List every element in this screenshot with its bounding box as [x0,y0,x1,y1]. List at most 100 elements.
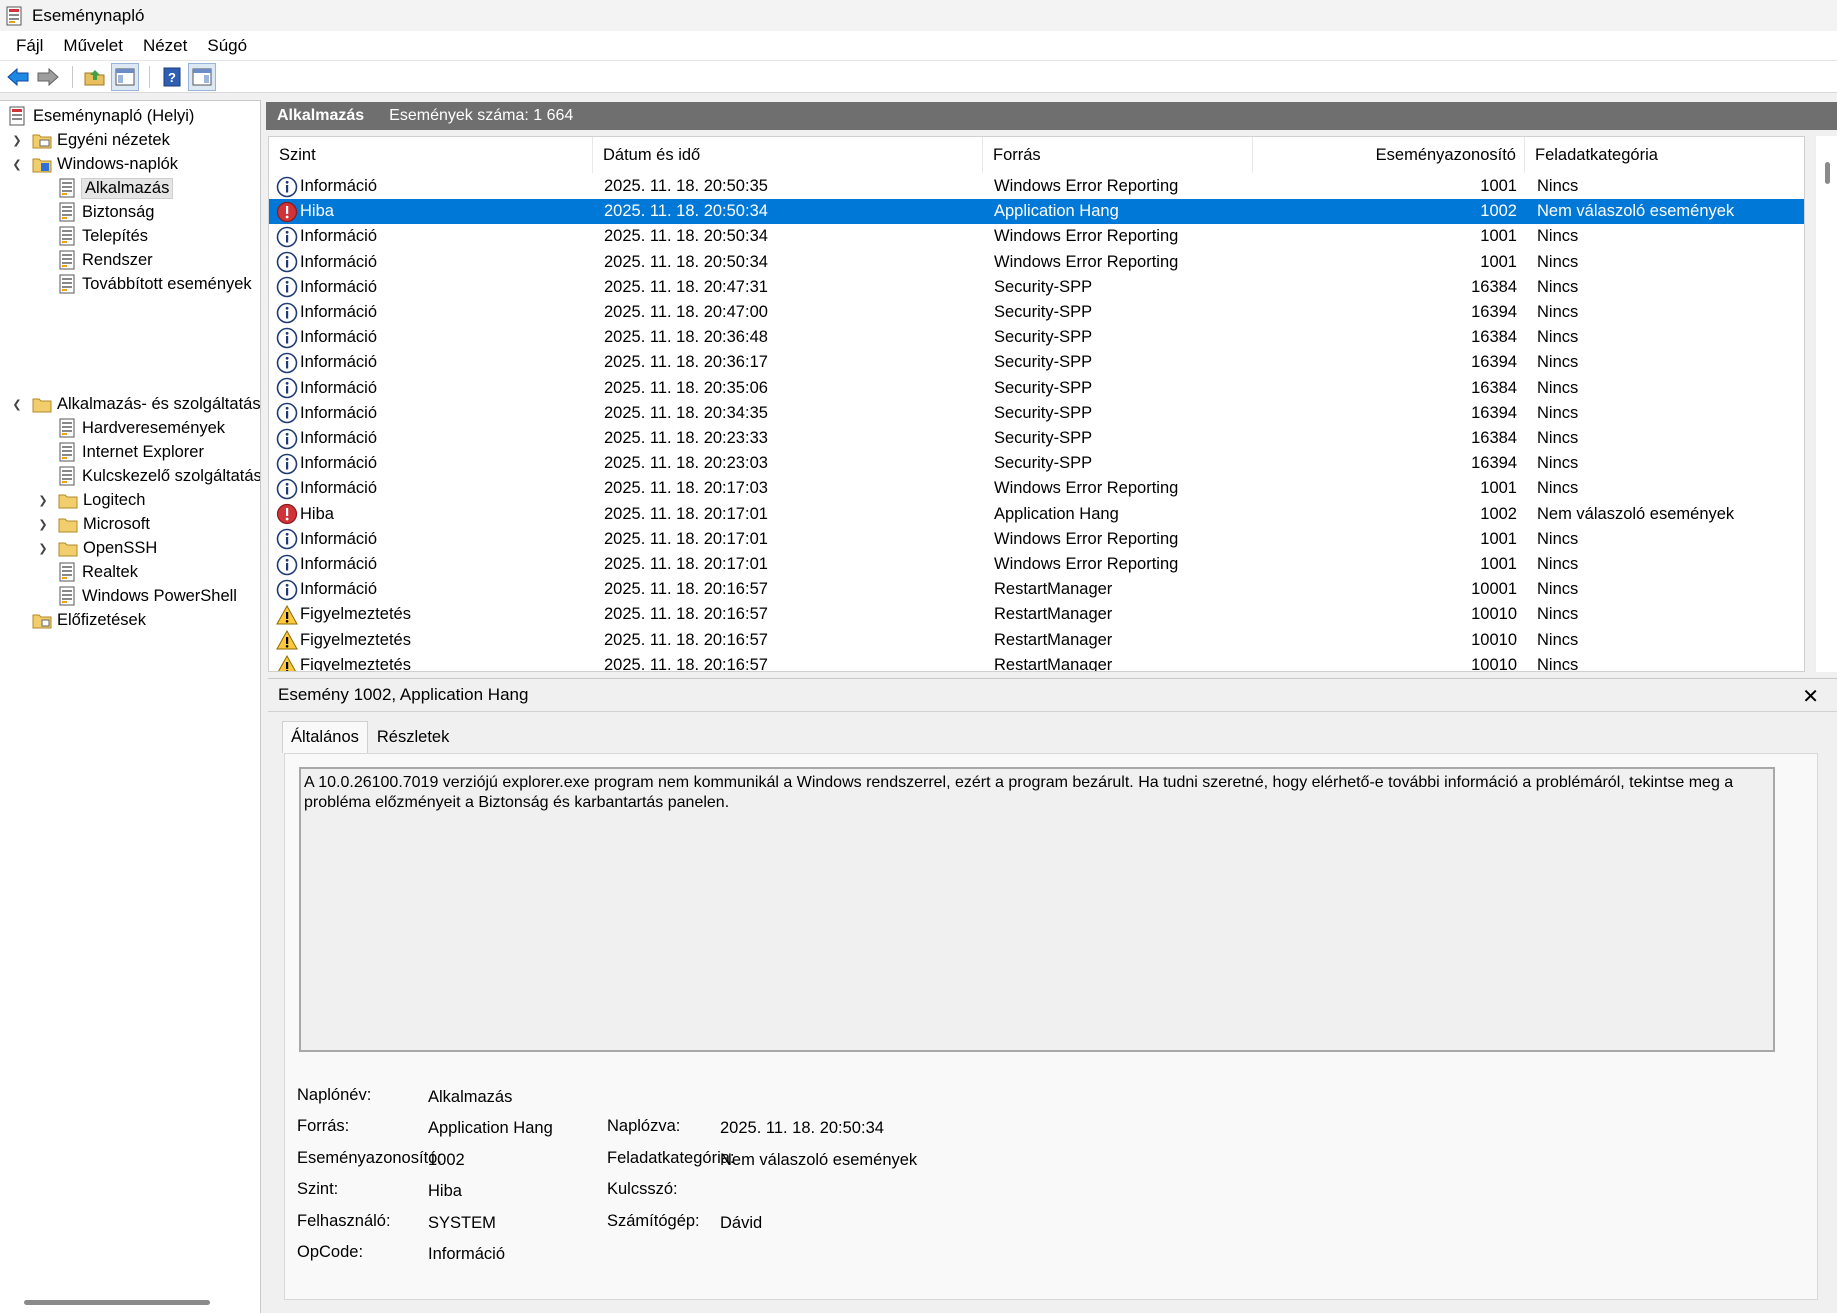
tree-item-app-services[interactable]: ❮ Alkalmazás- és szolgáltatásnaplók [10,393,260,415]
table-row[interactable]: Információ 2025. 11. 18. 20:17:01 Windows … [269,552,1804,577]
table-row[interactable]: Információ 2025. 11. 18. 20:34:35 Security… [269,401,1804,426]
tab-general[interactable]: Általános [282,721,368,753]
chevron-down-icon[interactable]: ❮ [10,397,24,411]
back-arrow-icon[interactable] [4,63,32,91]
information-icon [276,579,298,600]
table-row[interactable]: Figyelmeztetés 2025. 11. 18. 20:16:57 Rest… [269,653,1804,672]
tree-item-label: Telepítés [82,226,149,245]
tree-item-log[interactable]: Kulcskezelő szolgáltatás [57,465,260,487]
table-row[interactable]: Információ 2025. 11. 18. 20:23:33 Security… [269,426,1804,451]
table-row[interactable]: Információ 2025. 11. 18. 20:50:35 Windows … [269,174,1804,199]
table-row[interactable]: Információ 2025. 11. 18. 20:17:03 Windows … [269,476,1804,501]
log-header-bar: Alkalmazás Események száma: 1 664 [266,102,1837,130]
event-description[interactable]: A 10.0.26100.7019 verziójú explorer.exe … [299,767,1775,1052]
cell-source: Security-SPP [994,328,1093,347]
table-row[interactable]: Információ 2025. 11. 18. 20:17:01 Windows … [269,527,1804,552]
menu-help[interactable]: Súgó [197,36,257,56]
tree-item-log[interactable]: Alkalmazás [57,177,174,199]
tree-item-log[interactable]: Biztonság [57,201,154,223]
cell-source: RestartManager [994,655,1113,672]
menu-view[interactable]: Nézet [133,36,197,56]
tree-item-windows-logs[interactable]: ❮ Windows-naplók [10,153,178,175]
log-icon [59,250,75,270]
cell-date: 2025. 11. 18. 20:16:57 [604,630,768,649]
tree-item-log[interactable]: Realtek [57,561,138,583]
table-row[interactable]: Hiba 2025. 11. 18. 20:17:01 Application Ha… [269,502,1804,527]
table-row[interactable]: Információ 2025. 11. 18. 20:36:48 Security… [269,325,1804,350]
information-icon [276,528,298,550]
svg-text:?: ? [168,70,176,85]
tree-item-subscriptions[interactable]: Előfizetések [32,609,146,631]
information-icon [276,302,298,323]
tree-item-log[interactable]: Windows PowerShell [57,585,237,607]
tree-item-folder[interactable]: ❯ Logitech [36,489,145,511]
error-icon [276,201,298,222]
tree-item-log[interactable]: Hardveresemények [57,417,225,439]
close-icon[interactable]: ✕ [1802,684,1819,709]
cell-source: Security-SPP [994,378,1093,397]
up-folder-icon[interactable] [81,63,109,91]
tree-item-label: Eseménynapló (Helyi) [33,106,195,125]
tree-item-custom-views[interactable]: ❯ Egyéni nézetek [10,129,170,151]
cell-event-id: 16384 [1471,429,1517,447]
tree-item-log[interactable]: Továbbított események [57,273,252,295]
event-viewer-icon [9,106,25,126]
tree-item-log[interactable]: Rendszer [57,249,153,271]
column-header-task-category[interactable]: Feladatkategória [1525,137,1804,173]
table-row[interactable]: Információ 2025. 11. 18. 20:47:31 Security… [269,275,1804,300]
column-header-event-id[interactable]: Eseményazonosító [1253,137,1525,173]
table-row[interactable]: Információ 2025. 11. 18. 20:50:34 Windows … [269,224,1804,249]
information-icon [276,176,298,197]
tree-item-root[interactable]: Eseménynapló (Helyi) [8,105,194,127]
chevron-down-icon[interactable]: ❮ [10,157,24,171]
table-row[interactable]: Információ 2025. 11. 18. 20:47:00 Security… [269,300,1804,325]
menu-file[interactable]: Fájl [6,36,53,56]
cell-event-id: 1001 [1480,252,1517,271]
log-icon [59,466,75,486]
chevron-right-icon[interactable]: ❯ [36,493,50,507]
column-header-source[interactable]: Forrás [983,137,1253,173]
cell-task-category: Nincs [1537,328,1579,347]
table-row[interactable]: Információ 2025. 11. 18. 20:35:06 Security… [269,376,1804,401]
table-row[interactable]: Hiba 2025. 11. 18. 20:50:34 Application Ha… [269,199,1804,225]
tree-item-label: Microsoft [83,514,150,533]
level-text: Hiba [300,202,334,221]
log-icon [59,418,75,438]
information-icon [276,276,298,298]
help-icon[interactable]: ? [158,63,186,91]
table-row[interactable]: Figyelmeztetés 2025. 11. 18. 20:16:57 Rest… [269,602,1804,627]
tree-item-folder[interactable]: ❯ Microsoft [36,513,150,535]
cell-source: Windows Error Reporting [994,529,1179,548]
chevron-right-icon[interactable]: ❯ [36,517,50,531]
cell-source: Security-SPP [994,429,1093,447]
cell-event-id: 1001 [1480,227,1517,246]
chevron-right-icon[interactable]: ❯ [36,541,50,555]
chevron-right-icon[interactable]: ❯ [10,133,24,147]
table-row[interactable]: Információ 2025. 11. 18. 20:36:17 Security… [269,350,1804,375]
column-header-level[interactable]: Szint [269,137,593,173]
show-hide-tree-icon[interactable] [111,62,139,91]
tree-item-log[interactable]: Internet Explorer [57,441,204,463]
events-vertical-scrollbar[interactable] [1815,136,1837,672]
table-row[interactable]: Figyelmeztetés 2025. 11. 18. 20:16:57 Rest… [269,628,1804,653]
tree-item-label: Alkalmazás [80,177,174,199]
menu-action[interactable]: Művelet [53,36,133,56]
table-row[interactable]: Információ 2025. 11. 18. 20:23:03 Security… [269,451,1804,476]
cell-task-category: Nincs [1537,277,1579,296]
forward-arrow-icon[interactable] [34,63,62,91]
table-row[interactable]: Információ 2025. 11. 18. 20:50:34 Windows … [269,250,1804,275]
tree-item-log[interactable]: Telepítés [57,225,148,247]
tree-horizontal-scrollbar[interactable] [24,1300,210,1305]
show-hide-action-pane-icon[interactable] [188,62,216,91]
tree-item-folder[interactable]: ❯ OpenSSH [36,537,157,559]
cell-level: Információ [276,275,377,300]
cell-event-id: 16394 [1471,454,1517,473]
event-viewer-app-icon [6,6,22,25]
source-label: Forrás: [297,1117,350,1135]
table-row[interactable]: Információ 2025. 11. 18. 20:16:57 RestartM… [269,577,1804,602]
scrollbar-thumb[interactable] [1825,162,1830,184]
tab-details[interactable]: Részletek [368,721,458,753]
cell-task-category: Nincs [1537,353,1579,372]
column-header-date[interactable]: Dátum és idő [593,137,983,173]
tree-item-label: Hardveresemények [82,418,226,437]
